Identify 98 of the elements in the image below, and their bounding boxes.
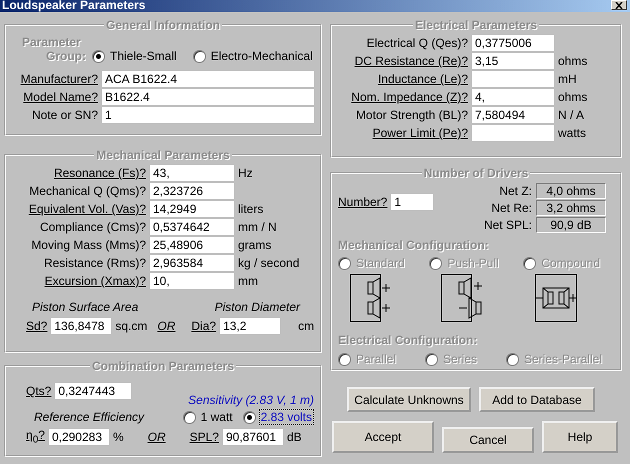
group-title: Mechanical Parameters [95, 148, 231, 162]
input-field[interactable] [472, 71, 554, 87]
field-label[interactable]: SPL? [190, 430, 219, 444]
field-label[interactable]: Model Name? [12, 90, 98, 104]
input-field[interactable]: 0,3247443 [55, 383, 132, 399]
net-value: 4,0 ohms [536, 183, 606, 199]
field-label: Electrical Q (Qes)? [366, 36, 468, 50]
net-value: 3,2 ohms [536, 200, 606, 216]
net-label: Net SPL: [484, 218, 532, 232]
input-field[interactable]: 2,963584 [150, 255, 234, 271]
group-label: Group: [45, 49, 86, 63]
dialog-button[interactable]: Accept [332, 421, 434, 453]
two-speaker-box-drawing [350, 274, 392, 322]
field-label[interactable]: Sd? [26, 319, 48, 333]
close-button[interactable] [611, 0, 627, 10]
action-button[interactable]: Calculate Unknowns [347, 387, 471, 412]
input-field[interactable]: 1 [391, 194, 434, 210]
field-label: Resistance (Rms)? [42, 256, 146, 270]
input-field[interactable]: 136,8478 [51, 318, 112, 334]
unit-label: Hz [238, 166, 254, 180]
field-label[interactable]: DC Resistance (Re)? [338, 54, 468, 68]
group-label: Parameter [21, 35, 81, 49]
unit-label: mH [558, 72, 578, 86]
field-label[interactable]: Resonance (Fs)? [12, 166, 146, 180]
input-field[interactable]: 2,323726 [150, 183, 234, 199]
field-label: Mechanical Q (Qms)? [28, 184, 146, 198]
unit-label: mm [238, 274, 259, 288]
compound-box-drawing [535, 274, 578, 322]
section-label: Mechanical Configuration: [338, 238, 489, 252]
input-field[interactable]: 4, [472, 89, 554, 105]
section-label: Electrical Configuration: [338, 333, 478, 347]
or-label: OR [148, 430, 166, 444]
radio-circle[interactable] [182, 410, 196, 424]
field-label[interactable]: Excursion (Xmax)? [12, 274, 146, 288]
unit-label: mm / N [238, 220, 278, 234]
radio-circle[interactable] [192, 50, 206, 62]
push-pull-box-drawing [441, 274, 484, 322]
input-field[interactable]: ACA B1622.4 [102, 70, 314, 86]
group-title: Number of Drivers [422, 166, 530, 180]
input-field[interactable]: B1622.4 [102, 88, 314, 104]
field-label: Note or SN? [30, 108, 98, 122]
unit-label: liters [238, 202, 264, 216]
window-title: Loudspeaker Parameters [2, 0, 146, 12]
field-label: Moving Mass (Mms)? [30, 238, 146, 252]
input-field[interactable]: 0,5374642 [150, 219, 234, 235]
field-label[interactable]: Manufacturer? [12, 72, 98, 86]
unit-label: N / A [558, 108, 586, 122]
diameter-heading: Piston Diameter [214, 300, 300, 314]
net-value: 90,9 dB [536, 217, 606, 233]
unit-label: watts [558, 126, 588, 140]
net-label: Net Z: [499, 184, 532, 198]
efficiency-heading: Reference Efficiency [34, 410, 144, 424]
area-heading: Piston Surface Area [32, 300, 138, 314]
field-label[interactable]: Dia? [191, 319, 216, 333]
field-label: Motor Strength (BL)? [354, 108, 468, 122]
unit-label: % [112, 430, 124, 444]
input-field[interactable]: 7,580494 [472, 107, 554, 123]
dialog-button[interactable]: Cancel [442, 427, 534, 453]
field-label[interactable]: Power Limit (Pe)? [338, 126, 468, 140]
radio-circle[interactable] [242, 410, 256, 424]
input-field[interactable] [472, 125, 554, 141]
dialog-button[interactable]: Help [542, 421, 618, 453]
action-button[interactable]: Add to Database [479, 387, 595, 412]
input-field[interactable]: 0,290283 [48, 428, 109, 445]
close-icon [615, 2, 623, 8]
input-field[interactable]: 90,87601 [222, 428, 283, 445]
group-title: Combination Parameters [90, 359, 236, 373]
radio-option[interactable]: Thiele-Small [92, 48, 179, 64]
field-label[interactable]: η$_{0}$? [26, 428, 45, 446]
input-field[interactable]: 0,3775006 [472, 35, 554, 51]
unit-label: cm [298, 319, 314, 333]
unit-label: dB [286, 430, 302, 444]
input-field[interactable]: 13,2 [220, 318, 280, 334]
input-field[interactable]: 10, [150, 273, 234, 289]
unit-label: sq.cm [115, 319, 148, 333]
field-label[interactable]: Qts? [26, 384, 52, 398]
field-label[interactable]: Inductance (Le)? [338, 72, 468, 86]
radio-option[interactable]: 1 watt [182, 409, 235, 425]
net-label: Net Re: [491, 201, 532, 215]
field-label[interactable]: Equivalent Vol. (Vas)? [12, 202, 146, 216]
field-label: Compliance (Cms)? [38, 220, 146, 234]
input-field[interactable]: 3,15 [472, 53, 554, 69]
input-field[interactable]: 25,48906 [150, 237, 234, 253]
unit-label: ohms [558, 90, 588, 104]
group-title: General Information [104, 18, 222, 32]
input-field[interactable]: 14,2949 [150, 201, 234, 217]
unit-label: ohms [558, 54, 588, 68]
field-label[interactable]: Nom. Impedance (Z)? [338, 90, 468, 104]
unit-label: kg / second [238, 256, 300, 270]
radio-option[interactable]: Electro-Mechanical [192, 48, 315, 64]
unit-label: grams [238, 238, 272, 252]
group-title: Electrical Parameters [414, 18, 538, 32]
radio-circle[interactable] [92, 50, 105, 62]
or-label: OR [157, 319, 176, 333]
sensitivity-label: Sensitivity (2.83 V, 1 m) [188, 393, 314, 407]
input-field[interactable]: 43, [150, 165, 234, 181]
input-field[interactable]: 1 [102, 106, 314, 122]
field-label[interactable]: Number? [338, 195, 388, 209]
